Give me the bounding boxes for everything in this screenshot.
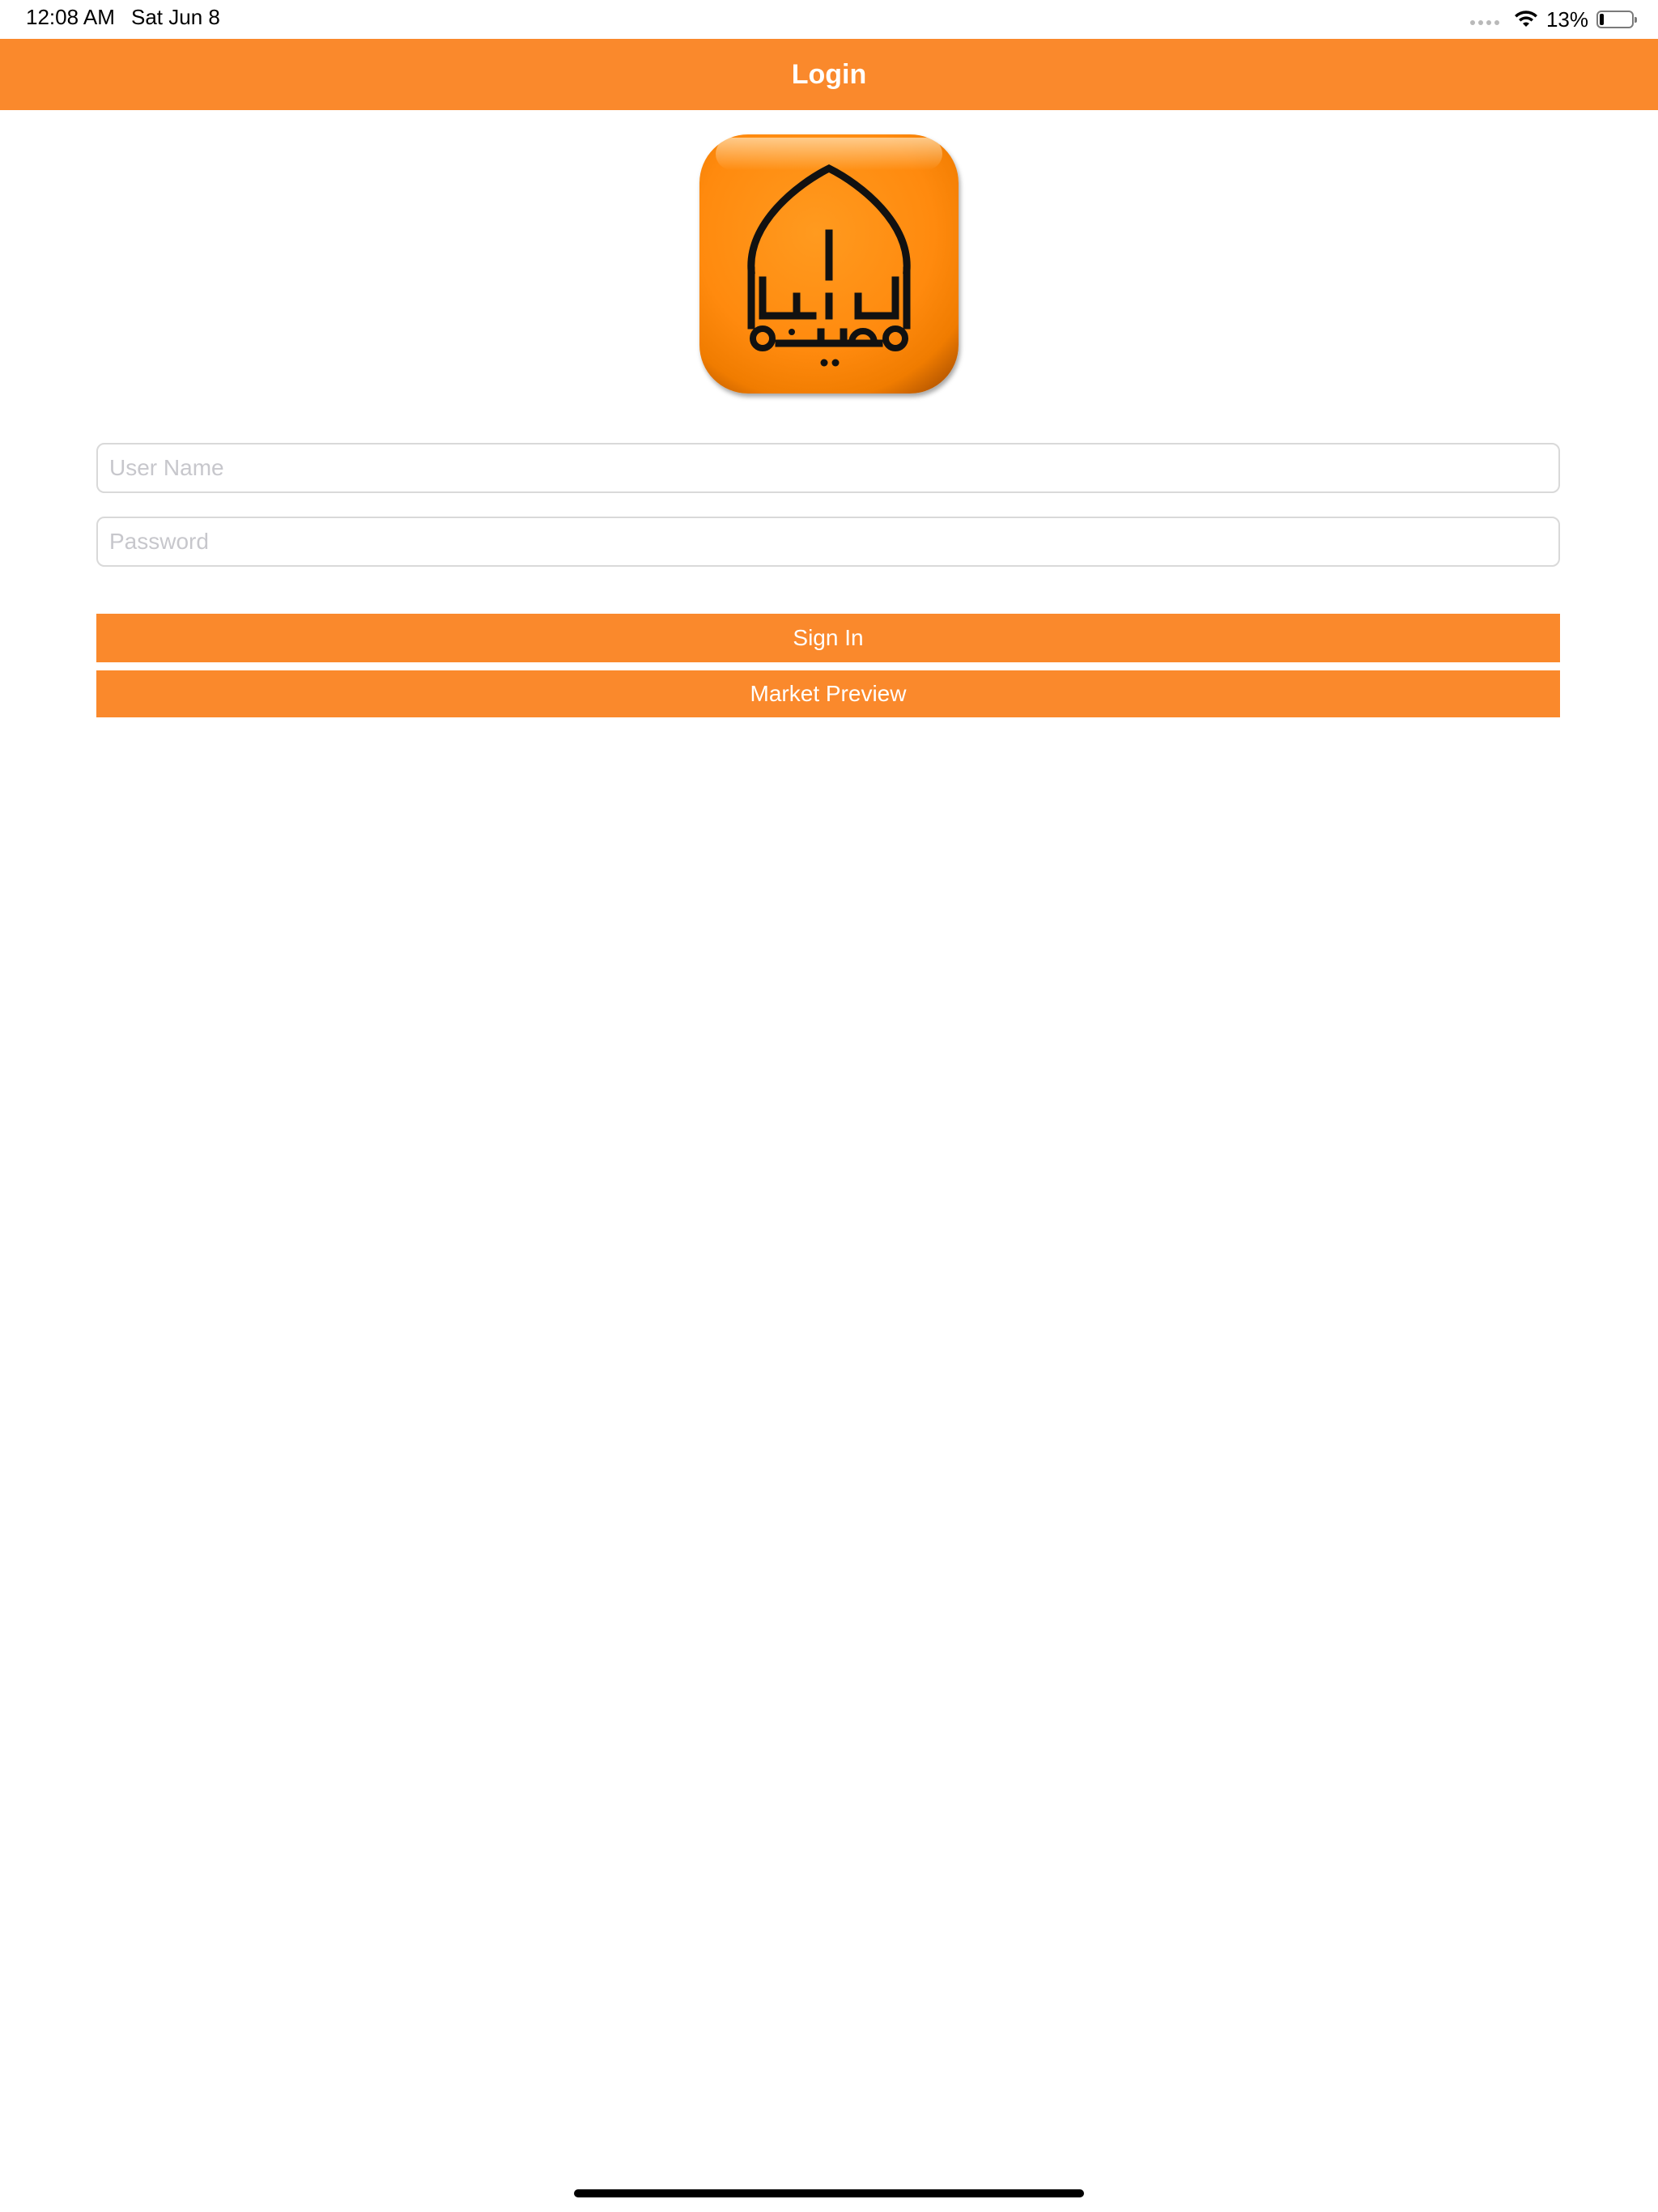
signal-dots-icon [1469,20,1499,25]
sign-in-button[interactable]: Sign In [96,614,1560,662]
navigation-bar: Login [0,39,1658,110]
status-time: 12:08 AM [26,5,115,29]
battery-level-fill [1600,14,1604,25]
market-preview-button[interactable]: Market Preview [96,670,1560,717]
logo-emblem-icon [747,164,911,367]
wifi-icon [1514,11,1538,28]
home-indicator[interactable] [574,2189,1084,2197]
battery-percent: 13% [1545,6,1588,32]
password-input[interactable] [96,517,1560,567]
status-indicators: 13% [1469,5,1637,34]
login-screen: 12:08 AM Sat Jun 8 13% Login User Name S… [0,0,1658,2212]
status-bar: 12:08 AM Sat Jun 8 13% [0,0,1658,39]
page-title: Login [791,58,867,90]
status-date: Sat Jun 8 [131,5,220,29]
app-logo-icon [699,134,959,393]
battery-icon [1596,11,1637,28]
username-input[interactable] [96,443,1560,493]
